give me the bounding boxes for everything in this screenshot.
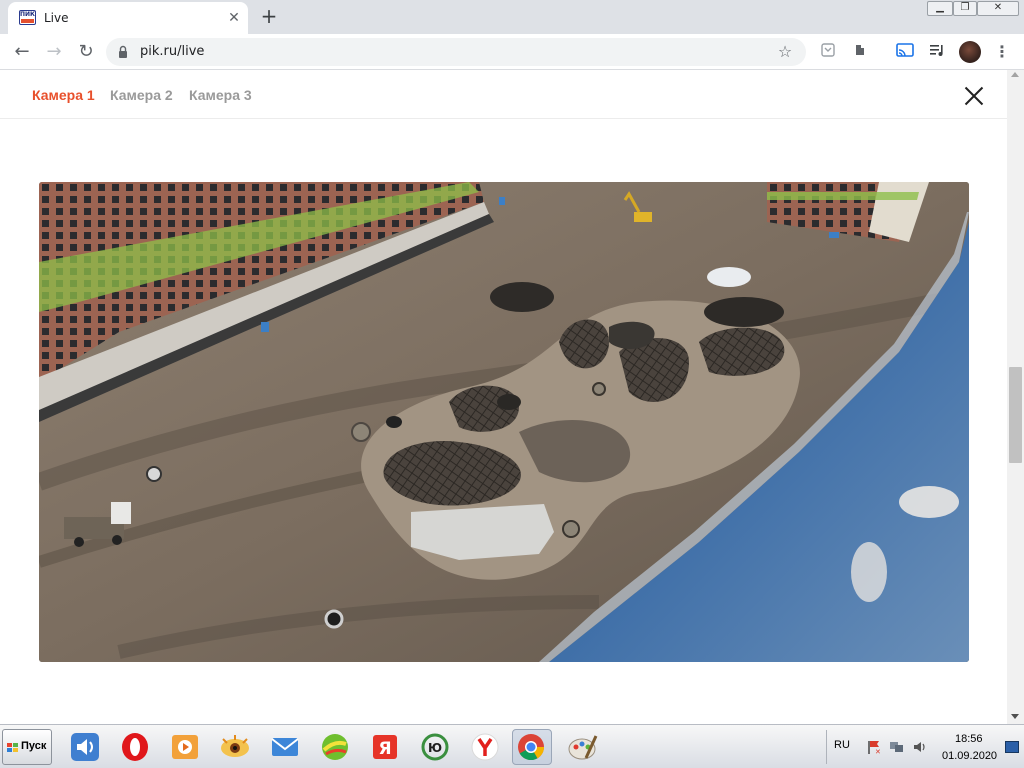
mail-icon[interactable] bbox=[268, 730, 302, 764]
svg-text:Ю: Ю bbox=[428, 741, 442, 755]
green-ball-icon[interactable] bbox=[318, 730, 352, 764]
start-label: Пуск bbox=[21, 740, 47, 752]
url-text: pik.ru/live bbox=[140, 44, 205, 59]
tab-title: Live bbox=[44, 11, 69, 25]
chrome-icon bbox=[518, 734, 545, 761]
lock-icon bbox=[119, 45, 127, 58]
eye-icon[interactable] bbox=[218, 730, 252, 764]
menu-kebab-icon[interactable]: ⋮ bbox=[992, 42, 1012, 62]
pik-favicon-icon: ПИК bbox=[19, 10, 36, 25]
clock-date[interactable]: 01.09.2020 bbox=[942, 750, 997, 762]
browser-toolbar: ← → ↻ pik.ru/live ☆ ⋮ bbox=[0, 34, 1024, 70]
language-indicator[interactable]: RU bbox=[834, 739, 850, 751]
tray-separator bbox=[826, 730, 827, 764]
page-scrollbar[interactable] bbox=[1007, 70, 1024, 724]
close-icon[interactable]: ✕ bbox=[977, 1, 1019, 16]
desktop-screen: ПИК Live ✕ + ▁ ❐ ✕ ← → ↻ pik.ru/live ☆ ⋮… bbox=[0, 0, 1024, 768]
media-player-icon[interactable] bbox=[168, 730, 202, 764]
tab-close-icon[interactable]: ✕ bbox=[226, 10, 242, 26]
scroll-down-icon[interactable] bbox=[1011, 714, 1019, 719]
minimize-icon[interactable]: ▁ bbox=[927, 1, 953, 16]
windows-taskbar: Пуск Я Ю RU ✕ 18:56 01.09.2020 bbox=[0, 724, 1024, 768]
yandex-browser-icon[interactable] bbox=[468, 730, 502, 764]
cast-icon[interactable] bbox=[895, 42, 915, 62]
tab-camera-1[interactable]: Камера 1 bbox=[32, 87, 95, 103]
camera-live-view bbox=[39, 182, 969, 662]
construction-site-image bbox=[39, 182, 969, 662]
windows-flag-icon bbox=[7, 743, 19, 753]
browser-tab-strip: ПИК Live ✕ + ▁ ❐ ✕ bbox=[0, 0, 1024, 34]
speaker-icon[interactable] bbox=[68, 730, 102, 764]
clock-time[interactable]: 18:56 bbox=[955, 733, 983, 745]
tab-camera-3[interactable]: Камера 3 bbox=[189, 87, 252, 103]
scroll-thumb[interactable] bbox=[1009, 367, 1022, 463]
new-tab-button[interactable]: + bbox=[258, 6, 280, 28]
window-controls: ▁ ❐ ✕ bbox=[924, 1, 1020, 16]
show-desktop-icon[interactable] bbox=[1005, 741, 1019, 753]
start-button[interactable]: Пуск bbox=[2, 729, 52, 765]
address-bar[interactable]: pik.ru/live ☆ bbox=[106, 38, 806, 66]
svg-text:Я: Я bbox=[378, 739, 391, 759]
live-page: Камера 1 Камера 2 Камера 3 bbox=[0, 70, 1007, 724]
paint-icon[interactable] bbox=[566, 730, 600, 764]
scroll-up-icon[interactable] bbox=[1011, 72, 1019, 77]
playlist-icon[interactable] bbox=[927, 42, 947, 62]
forward-button[interactable]: → bbox=[42, 40, 66, 64]
tab-camera-2[interactable]: Камера 2 bbox=[110, 87, 173, 103]
yandex-ya-icon[interactable]: Я bbox=[368, 730, 402, 764]
camera-tabs: Камера 1 Камера 2 Камера 3 bbox=[0, 70, 1007, 119]
taskbar-chrome-active[interactable] bbox=[512, 729, 552, 765]
favicon-text: ПИК bbox=[20, 11, 35, 18]
bookmark-icon[interactable] bbox=[818, 42, 838, 62]
close-icon[interactable] bbox=[962, 84, 986, 108]
reload-button[interactable]: ↻ bbox=[74, 40, 98, 64]
browser-tab[interactable]: ПИК Live ✕ bbox=[8, 2, 248, 34]
security-flag-icon[interactable]: ✕ bbox=[866, 739, 882, 755]
svg-text:✕: ✕ bbox=[875, 748, 881, 755]
opera-icon[interactable] bbox=[118, 730, 152, 764]
puzzle-icon[interactable] bbox=[850, 42, 870, 62]
restore-icon[interactable]: ❐ bbox=[953, 1, 977, 16]
network-icon[interactable] bbox=[889, 739, 905, 755]
bookmark-star-icon[interactable]: ☆ bbox=[774, 41, 796, 63]
profile-avatar[interactable] bbox=[959, 41, 981, 63]
back-button[interactable]: ← bbox=[10, 40, 34, 64]
yu-icon[interactable]: Ю bbox=[418, 730, 452, 764]
volume-icon[interactable] bbox=[912, 739, 928, 755]
